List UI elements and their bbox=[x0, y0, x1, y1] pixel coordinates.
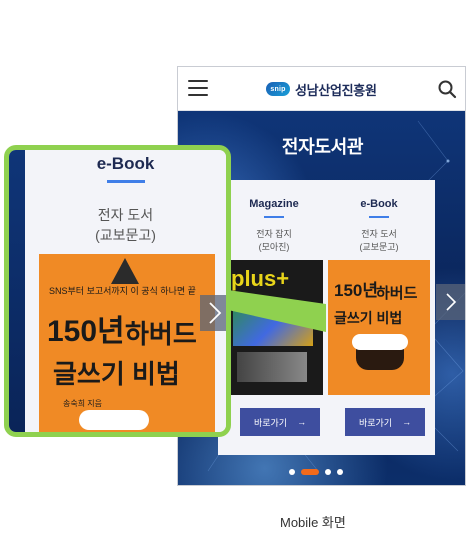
cover-title-line3: 글쓰기 비법 bbox=[53, 359, 180, 389]
arrow-right-icon: → bbox=[297, 417, 307, 427]
zoom-callout: e-Book 전자 도서 (교보문고) SNS부터 보고서까지 이 공식 하나면… bbox=[4, 145, 231, 437]
cover-title: plus+ bbox=[231, 266, 290, 291]
go-button[interactable]: 바로가기 → bbox=[345, 408, 425, 436]
pagination-dot-active[interactable] bbox=[301, 469, 319, 475]
card-subtitle-line1: 전자 도서 bbox=[361, 229, 397, 239]
cauldron-foam bbox=[79, 410, 149, 430]
card-title: e-Book bbox=[360, 198, 398, 210]
cover-title-line3: 글쓰기 비법 bbox=[334, 310, 403, 326]
zoom-edge-strip bbox=[9, 150, 25, 432]
witch-hat-icon bbox=[111, 258, 139, 284]
card-subtitle-line2: (교보문고) bbox=[359, 242, 399, 252]
arrow-right-icon: → bbox=[402, 417, 412, 427]
card-title: Magazine bbox=[249, 198, 299, 210]
magazine-cover[interactable]: plus+ bbox=[223, 260, 325, 395]
carousel-next-button[interactable] bbox=[436, 284, 465, 320]
zoom-ebook-card[interactable]: e-Book 전자 도서 (교보문고) SNS부터 보고서까지 이 공식 하나면… bbox=[25, 150, 226, 432]
card-subtitle: 전자 도서 (교보문고) bbox=[323, 228, 435, 254]
zoom-content: e-Book 전자 도서 (교보문고) SNS부터 보고서까지 이 공식 하나면… bbox=[9, 150, 226, 432]
chevron-right-icon bbox=[446, 293, 457, 311]
caption-text: Mobile 화면 bbox=[280, 515, 346, 530]
logo-mark: snip bbox=[266, 82, 290, 96]
go-button-label: 바로가기 bbox=[253, 417, 288, 428]
caption: Mobile 화면 bbox=[280, 512, 346, 532]
ebook-cover[interactable]: 150년 하버드 글쓰기 비법 bbox=[328, 260, 430, 395]
card-subtitle-line2: (모아진) bbox=[258, 242, 290, 252]
site-title: 성남산업진흥원 bbox=[295, 82, 377, 98]
zoom-card-subtitle: 전자 도서 (교보문고) bbox=[25, 205, 226, 245]
pagination-dot[interactable] bbox=[325, 469, 331, 475]
carousel-pagination bbox=[289, 469, 343, 475]
logo[interactable]: snip 성남산업진흥원 bbox=[266, 79, 377, 99]
title-underline bbox=[264, 216, 284, 218]
ebook-card[interactable]: e-Book 전자 도서 (교보문고) 150년 하버드 글쓰기 비법 바로가기… bbox=[323, 180, 435, 455]
go-button[interactable]: 바로가기 → bbox=[240, 408, 320, 436]
pagination-dot[interactable] bbox=[337, 469, 343, 475]
magazine-card[interactable]: Magazine 전자 잡지 (모아진) plus+ 바로가기 → bbox=[218, 180, 330, 455]
cover-author: 송숙희 지음 bbox=[63, 399, 103, 408]
zoom-next-arrow[interactable] bbox=[200, 295, 226, 331]
header: snip 성남산업진흥원 bbox=[178, 67, 465, 111]
stage: snip 성남산업진흥원 전자도서관 Magazine 전자 잡지 (모아진) … bbox=[0, 0, 467, 533]
card-subtitle-line1: 전자 잡지 bbox=[256, 229, 292, 239]
cover-title-line1: 150년 bbox=[334, 281, 379, 300]
pagination-dot[interactable] bbox=[289, 469, 295, 475]
zoom-ebook-cover[interactable]: SNS부터 보고서까지 이 공식 하나면 끝 150년 하버드 글쓰기 비법 송… bbox=[39, 254, 215, 432]
zoom-card-title: e-Book bbox=[96, 154, 155, 173]
go-button-label: 바로가기 bbox=[358, 417, 393, 428]
title-underline bbox=[369, 216, 389, 218]
cover-title-line1: 150년 bbox=[47, 315, 125, 348]
card-subtitle: 전자 잡지 (모아진) bbox=[218, 228, 330, 254]
search-icon[interactable] bbox=[437, 79, 457, 99]
cover-title-line2: 하버드 bbox=[125, 319, 197, 349]
zoom-subtitle-line2: (교보문고) bbox=[95, 227, 156, 243]
chevron-right-icon bbox=[209, 302, 222, 324]
menu-icon[interactable] bbox=[188, 80, 208, 96]
zoom-subtitle-line1: 전자 도서 bbox=[97, 207, 154, 223]
zoom-title-underline bbox=[107, 180, 145, 183]
cover-tagline: SNS부터 보고서까지 이 공식 하나면 끝 bbox=[49, 286, 196, 296]
cover-title-line2: 하버드 bbox=[376, 285, 418, 302]
